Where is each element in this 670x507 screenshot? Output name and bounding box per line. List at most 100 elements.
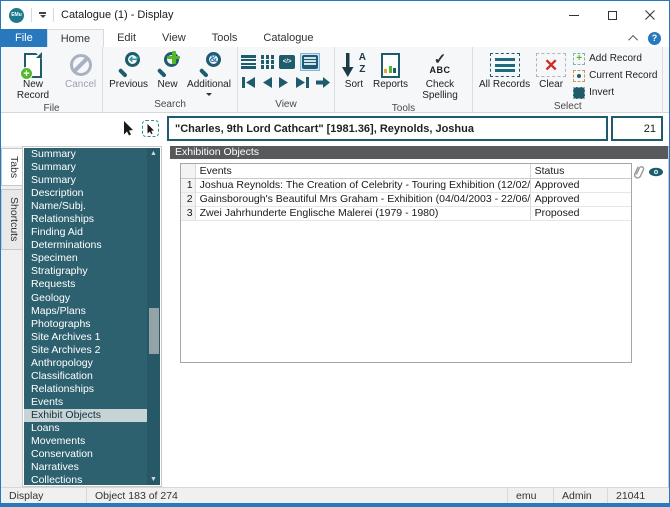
clear-icon: ✕ <box>536 53 567 77</box>
additional-search-button[interactable]: & Additional <box>184 49 234 97</box>
events-column-header[interactable]: Events <box>195 164 531 179</box>
status-column-header[interactable]: Status <box>529 164 631 179</box>
check-spelling-button[interactable]: ✓ ABC Check Spelling <box>411 49 469 102</box>
list-view-button[interactable] <box>240 55 256 69</box>
cancel-button[interactable]: Cancel <box>62 49 99 92</box>
sidebar-item[interactable]: Classification <box>24 370 147 383</box>
sidebar-item[interactable]: Summary <box>24 174 147 187</box>
sidebar-item[interactable]: Anthropology <box>24 357 147 370</box>
last-record-button[interactable] <box>295 76 310 89</box>
content-area: Tabs Shortcuts Summary Summary Summary D… <box>1 146 669 487</box>
view-attachments-eye-icon[interactable] <box>648 166 664 178</box>
details-view-icon <box>302 55 319 69</box>
status-cell[interactable]: Proposed <box>529 206 631 221</box>
event-cell[interactable]: Zwei Jahrhunderte Englische Malerei (197… <box>195 206 531 221</box>
status-server: emu <box>507 488 553 503</box>
sidebar-item[interactable]: Determinations <box>24 239 147 252</box>
tab-home[interactable]: Home <box>46 29 105 47</box>
sidebar-tab-shortcuts[interactable]: Shortcuts <box>1 189 22 250</box>
exhibition-table: Events Status 1 Joshua Reynolds: The Cre… <box>180 163 632 363</box>
sidebar-item[interactable]: Summary <box>24 148 147 161</box>
new-record-icon: + <box>20 51 42 80</box>
first-record-button[interactable] <box>241 76 256 89</box>
sidebar-item[interactable]: Stratigraphy <box>24 265 147 278</box>
previous-record-button[interactable] <box>261 76 273 89</box>
sidebar-item[interactable]: Conservation <box>24 448 147 461</box>
sidebar-item[interactable]: Specimen <box>24 252 147 265</box>
ribbon-tab-strip: File Home Edit View Tools Catalogue ? <box>1 29 669 47</box>
row-number: 1 <box>181 178 196 193</box>
row-number: 2 <box>181 192 196 207</box>
table-row[interactable]: 2 Gainsborough's Beautiful Mrs Graham - … <box>181 192 631 207</box>
sidebar-item[interactable]: Collections <box>24 474 147 485</box>
sidebar-item[interactable]: Relationships <box>24 383 147 396</box>
sidebar-item[interactable]: Finding Aid <box>24 226 147 239</box>
help-icon[interactable]: ? <box>648 31 661 45</box>
tab-file[interactable]: File <box>1 29 47 47</box>
page-view-button[interactable]: </> <box>279 55 296 69</box>
sidebar-item[interactable]: Movements <box>24 435 147 448</box>
panel-title: Exhibition Objects <box>170 146 668 159</box>
sidebar-item[interactable]: Geology <box>24 292 147 305</box>
sidebar-item[interactable]: Exhibit Objects <box>24 408 147 422</box>
group-label-select: Select <box>553 101 582 112</box>
current-record-button[interactable]: Current Record <box>573 68 657 83</box>
invert-selection-button[interactable]: Invert <box>573 85 657 100</box>
quick-access-dropdown-icon[interactable] <box>39 12 46 18</box>
reports-button[interactable]: Reports <box>370 49 411 92</box>
tab-view[interactable]: View <box>149 29 199 47</box>
divider <box>53 8 54 22</box>
table-row[interactable]: 1 Joshua Reynolds: The Creation of Celeb… <box>181 178 631 193</box>
window-bottom-border <box>1 503 669 506</box>
select-pointer-icon[interactable] <box>142 120 159 137</box>
grid-view-button[interactable] <box>260 55 275 69</box>
tab-edit[interactable]: Edit <box>104 29 149 47</box>
cursor-icon[interactable] <box>123 121 135 136</box>
sidebar-item[interactable]: Photographs <box>24 318 147 331</box>
scrollbar-thumb[interactable] <box>148 308 159 354</box>
close-button[interactable] <box>631 1 669 29</box>
sort-icon: AZ <box>341 52 367 78</box>
maximize-button[interactable] <box>593 1 631 29</box>
all-records-button[interactable]: All Records <box>476 49 533 92</box>
sidebar-item[interactable]: Site Archives 1 <box>24 331 147 344</box>
sidebar-item[interactable]: Summary <box>24 161 147 174</box>
status-user: Admin <box>553 488 607 503</box>
tab-catalogue[interactable]: Catalogue <box>250 29 326 47</box>
previous-search-button[interactable]: ↩ Previous <box>106 49 151 92</box>
sidebar-item[interactable]: Requests <box>24 278 147 291</box>
sidebar-item[interactable]: Events <box>24 396 147 409</box>
minimize-button[interactable] <box>555 1 593 29</box>
close-icon <box>645 10 655 20</box>
collapse-ribbon-icon[interactable] <box>628 34 639 45</box>
status-cell[interactable]: Approved <box>529 178 631 193</box>
event-cell[interactable]: Joshua Reynolds: The Creation of Celebri… <box>195 178 531 193</box>
scroll-down-icon[interactable]: ▼ <box>147 474 160 485</box>
next-record-button[interactable] <box>278 76 290 89</box>
new-record-button[interactable]: + New Record <box>4 49 62 102</box>
details-view-button[interactable] <box>300 53 321 71</box>
status-cell[interactable]: Approved <box>529 192 631 207</box>
sidebar-scrollbar[interactable]: ▲ ▼ <box>147 148 160 485</box>
sidebar-item[interactable]: Name/Subj. <box>24 200 147 213</box>
sidebar-item[interactable]: Loans <box>24 422 147 435</box>
sidebar-item[interactable]: Site Archives 2 <box>24 344 147 357</box>
clear-selection-button[interactable]: ✕ Clear <box>533 49 569 92</box>
new-search-button[interactable]: New <box>151 49 184 92</box>
goto-record-button[interactable] <box>315 76 331 89</box>
status-port: 21041 <box>607 488 669 503</box>
tab-tools[interactable]: Tools <box>199 29 251 47</box>
sidebar-item[interactable]: Narratives <box>24 461 147 474</box>
sidebar-item[interactable]: Relationships <box>24 213 147 226</box>
table-row[interactable]: 3 Zwei Jahrhunderte Englische Malerei (1… <box>181 206 631 221</box>
add-record-icon: + <box>573 52 586 65</box>
event-cell[interactable]: Gainsborough's Beautiful Mrs Graham - Ex… <box>195 192 531 207</box>
sidebar-item[interactable]: Maps/Plans <box>24 305 147 318</box>
sidebar-item[interactable]: Description <box>24 187 147 200</box>
tab-list: Summary Summary Summary Description Name… <box>24 148 147 485</box>
add-record-button[interactable]: + Add Record <box>573 51 657 66</box>
scroll-up-icon[interactable]: ▲ <box>147 148 160 159</box>
sidebar-tab-tabs[interactable]: Tabs <box>1 148 22 187</box>
sort-button[interactable]: AZ Sort <box>338 49 370 92</box>
attachment-icon[interactable] <box>628 162 648 183</box>
